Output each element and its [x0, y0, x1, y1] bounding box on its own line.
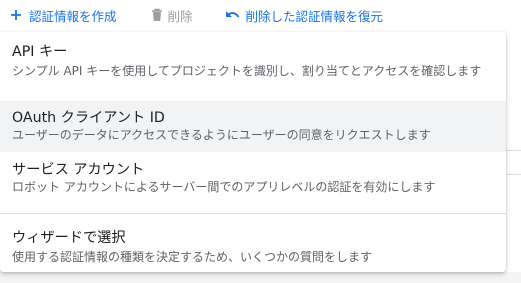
- toolbar: 認証情報を作成 削除 削除した認証情報を復元: [0, 0, 521, 30]
- menu-item-service-account[interactable]: サービス アカウント ロボット アカウントによるサーバー間でのアプリレベルの認証…: [0, 152, 506, 212]
- menu-item-description: シンプル API キーを使用してプロジェクトを識別し、割り当てとアクセスを確認し…: [12, 64, 482, 78]
- restore-deleted-credentials-button[interactable]: 削除した認証情報を復元: [225, 0, 384, 30]
- menu-item-description: ユーザーのデータにアクセスできるようにユーザーの同意をリクエストします: [12, 128, 431, 142]
- trash-icon: [151, 8, 163, 22]
- restore-deleted-credentials-label: 削除した認証情報を復元: [245, 8, 384, 24]
- create-credentials-label: 認証情報を作成: [29, 8, 117, 24]
- table-divider: [506, 174, 521, 175]
- create-credentials-menu: API キー シンプル API キーを使用してプロジェクトを識別し、割り当てとア…: [0, 32, 506, 272]
- menu-item-title: OAuth クライアント ID: [12, 110, 165, 126]
- menu-item-description: ロボット アカウントによるサーバー間でのアプリレベルの認証を有効にします: [12, 180, 436, 194]
- menu-item-oauth-client-id[interactable]: OAuth クライアント ID ユーザーのデータにアクセスできるようにユーザーの…: [0, 101, 506, 152]
- plus-icon: [10, 9, 22, 21]
- menu-item-description: 使用する認証情報の種類を決定するため、いくつかの質問をします: [12, 250, 373, 264]
- menu-item-title: サービス アカウント: [12, 162, 145, 178]
- delete-label: 削除: [167, 8, 193, 24]
- create-credentials-button[interactable]: 認証情報を作成: [10, 0, 117, 30]
- background-table-edge: [506, 30, 521, 283]
- menu-item-title: API キー: [12, 44, 68, 60]
- undo-icon: [225, 9, 241, 21]
- menu-item-title: ウィザードで選択: [12, 230, 126, 246]
- background-table-header: [0, 272, 521, 283]
- table-divider: [506, 150, 521, 151]
- menu-item-wizard[interactable]: ウィザードで選択 使用する認証情報の種類を決定するため、いくつかの質問をします: [0, 214, 506, 272]
- delete-button[interactable]: 削除: [151, 0, 193, 30]
- menu-item-api-key[interactable]: API キー シンプル API キーを使用してプロジェクトを識別し、割り当てとア…: [0, 32, 506, 101]
